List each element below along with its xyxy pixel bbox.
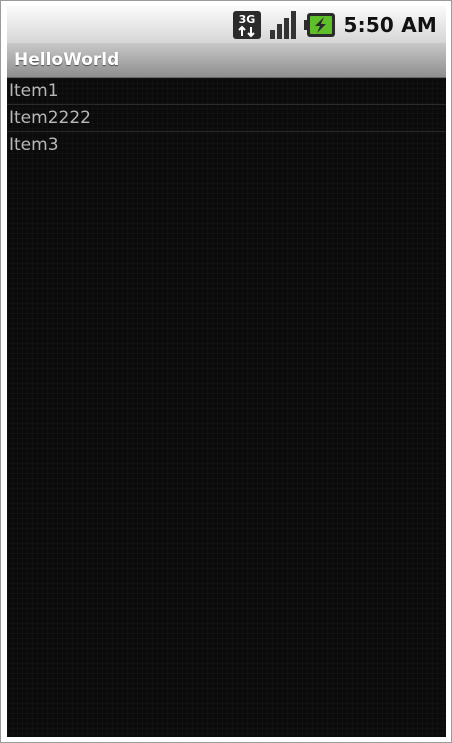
device-frame: 3G 5:50 AM HelloWorld Item1 Item2222 Ite… — [0, 0, 452, 743]
list-item[interactable]: Item3 — [7, 132, 446, 158]
signal-strength-icon — [268, 10, 298, 40]
item-list: Item1 Item2222 Item3 — [7, 78, 446, 158]
list-item[interactable]: Item1 — [7, 78, 446, 105]
network-3g-label: 3G — [238, 13, 255, 26]
content-area: Item1 Item2222 Item3 — [7, 78, 446, 737]
app-title-bar: HelloWorld — [7, 43, 446, 78]
battery-charging-icon — [303, 12, 336, 38]
status-bar: 3G 5:50 AM — [7, 6, 446, 43]
list-item[interactable]: Item2222 — [7, 105, 446, 132]
app-title: HelloWorld — [14, 50, 120, 70]
status-clock: 5:50 AM — [343, 12, 437, 37]
network-3g-icon: 3G — [232, 10, 262, 40]
